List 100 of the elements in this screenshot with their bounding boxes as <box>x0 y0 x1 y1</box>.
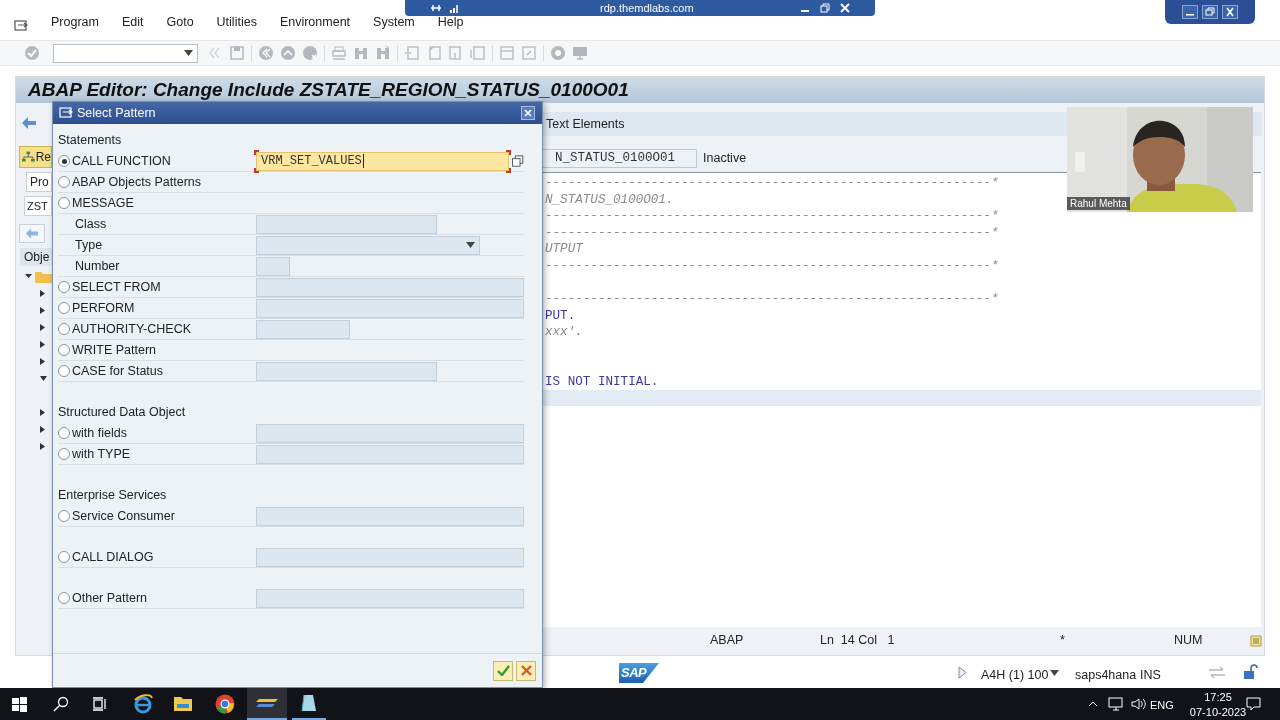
radio-button[interactable] <box>58 323 70 335</box>
page-icon[interactable] <box>470 45 486 61</box>
cancel-icon[interactable] <box>302 45 318 61</box>
menu-item[interactable]: Utilities <box>216 13 257 32</box>
radio-button[interactable] <box>58 197 70 209</box>
pin-icon[interactable] <box>430 3 442 13</box>
radio-button[interactable] <box>58 365 70 377</box>
radio-button[interactable] <box>58 448 70 460</box>
modified-indicator: * <box>1060 631 1065 649</box>
clock-date[interactable]: 07-10-2023 <box>1187 704 1249 720</box>
input-field[interactable]: VRM_SET_VALUES <box>256 151 509 171</box>
page-icon[interactable] <box>448 45 464 61</box>
layout-icon[interactable] <box>499 45 515 61</box>
close-icon[interactable] <box>1222 5 1238 19</box>
input-language[interactable]: ENG <box>1150 697 1174 714</box>
back-icon[interactable] <box>258 45 274 61</box>
search-icon[interactable] <box>53 696 69 712</box>
program-field[interactable]: Pro <box>26 172 52 192</box>
lock-icon[interactable] <box>1243 664 1259 680</box>
comment-line: UTPUT <box>545 242 583 257</box>
up-icon[interactable] <box>280 45 296 61</box>
hierarchy-button[interactable]: Re <box>19 146 52 168</box>
copy-icon[interactable] <box>511 154 524 168</box>
code-editor[interactable] <box>542 172 1261 627</box>
radio-button[interactable] <box>58 510 70 522</box>
radio-button[interactable] <box>58 344 70 356</box>
menu-icon[interactable] <box>14 20 28 32</box>
collapse-icon[interactable] <box>40 376 47 381</box>
restore-icon[interactable] <box>1202 5 1218 19</box>
expand-icon[interactable] <box>40 307 45 314</box>
clock-time[interactable]: 17:25 <box>1192 689 1244 706</box>
notification-icon[interactable] <box>1246 697 1261 711</box>
help-icon[interactable] <box>550 45 566 61</box>
volume-icon[interactable] <box>1131 697 1146 711</box>
chevron-up-icon[interactable] <box>1088 701 1098 707</box>
input-field[interactable] <box>256 319 350 339</box>
navigation-button[interactable] <box>19 224 45 243</box>
radio-button[interactable] <box>58 155 70 167</box>
minimize-icon[interactable] <box>1182 5 1198 19</box>
folder-icon[interactable] <box>25 270 52 283</box>
print-icon[interactable] <box>331 45 347 61</box>
dropdown-icon[interactable] <box>184 50 193 56</box>
command-field[interactable] <box>53 43 198 63</box>
radio-label: with fields <box>72 424 127 442</box>
input-field[interactable] <box>256 214 437 234</box>
cancel-button[interactable] <box>516 660 536 681</box>
monitor-icon[interactable] <box>572 45 588 61</box>
input-field[interactable] <box>256 547 524 567</box>
input-field[interactable] <box>256 298 524 318</box>
caret-icon[interactable] <box>466 242 475 248</box>
input-field[interactable] <box>256 235 480 255</box>
expand-icon[interactable] <box>40 443 45 450</box>
confirm-button[interactable] <box>493 660 513 681</box>
system-info[interactable]: A4H (1) 100 <box>981 666 1049 685</box>
folder-icon[interactable] <box>174 695 192 712</box>
menu-item[interactable]: Edit <box>121 13 144 32</box>
page-icon[interactable] <box>404 45 420 61</box>
input-field[interactable] <box>256 588 524 608</box>
page-icon[interactable] <box>426 45 442 61</box>
close-button[interactable] <box>521 106 535 120</box>
input-field[interactable] <box>256 277 524 297</box>
expand-icon[interactable] <box>40 409 45 416</box>
transfer-icon[interactable] <box>1208 666 1226 679</box>
save-icon[interactable] <box>229 45 245 61</box>
menu-item[interactable]: Goto <box>166 13 194 32</box>
menu-item[interactable]: System <box>373 13 415 32</box>
input-field[interactable] <box>256 506 524 526</box>
notes-icon[interactable] <box>1250 633 1262 647</box>
radio-button[interactable] <box>58 302 70 314</box>
expand-icon[interactable] <box>40 324 45 331</box>
radio-button[interactable] <box>58 592 70 604</box>
include-field[interactable]: ZST <box>24 196 52 216</box>
menu-item[interactable]: Program <box>51 13 99 32</box>
start-icon[interactable] <box>12 697 27 712</box>
browser-icon[interactable] <box>133 694 153 714</box>
radio-button[interactable] <box>58 551 70 563</box>
chrome-icon[interactable] <box>215 694 235 714</box>
caret-icon[interactable] <box>1050 670 1059 676</box>
task-view-icon[interactable] <box>92 697 107 711</box>
back-arrow-icon[interactable] <box>21 116 37 130</box>
radio-button[interactable] <box>58 176 70 188</box>
back-arrow-icon <box>25 228 39 239</box>
radio-button[interactable] <box>58 427 70 439</box>
input-field[interactable] <box>256 361 437 381</box>
menu-item[interactable]: Environment <box>279 13 351 32</box>
expand-icon[interactable] <box>40 358 45 365</box>
expand-icon[interactable] <box>40 290 45 297</box>
input-field[interactable] <box>256 444 524 464</box>
text-elements-button[interactable]: Text Elements <box>546 114 625 134</box>
menu-item[interactable]: Help <box>437 13 464 32</box>
restore-icon[interactable] <box>820 3 830 13</box>
layout-icon[interactable] <box>521 45 537 61</box>
check-circle-icon[interactable] <box>24 45 40 61</box>
input-field[interactable] <box>256 256 290 276</box>
radio-label: ABAP Objects Patterns <box>72 173 201 191</box>
expand-icon[interactable] <box>40 341 45 348</box>
radio-button[interactable] <box>58 281 70 293</box>
expand-icon[interactable] <box>40 426 45 433</box>
sap-logon-taskbar-button[interactable] <box>247 688 287 720</box>
input-field[interactable] <box>256 423 524 443</box>
